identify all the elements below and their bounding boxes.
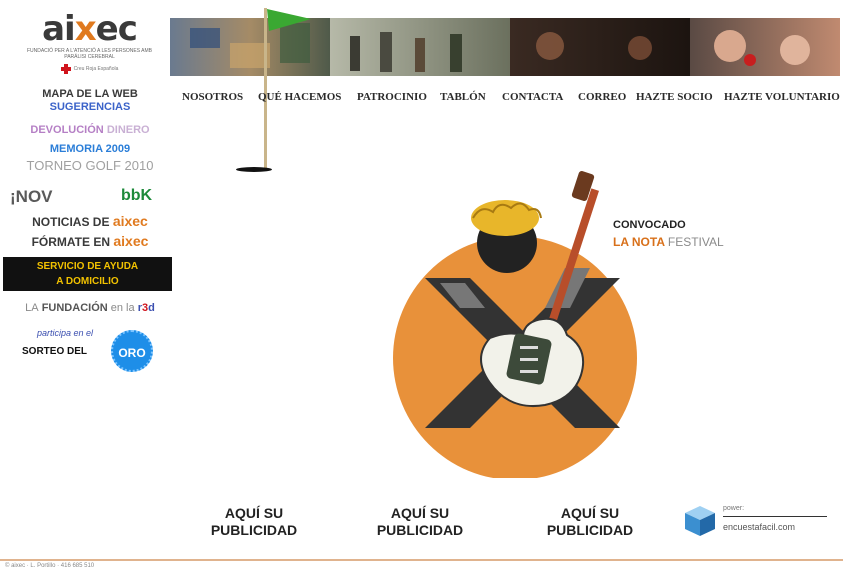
service-line-2: A DOMICILIO <box>56 276 119 287</box>
training-label: FÓRMATE EN <box>31 235 111 249</box>
nov-banner-label[interactable]: ¡NOV <box>10 187 53 207</box>
convocado-label[interactable]: CONVOCADO <box>613 219 686 231</box>
site-map-link[interactable]: MAPA DE LA WEB <box>0 88 180 100</box>
refund-link[interactable]: DEVOLUCIÓN DINERO <box>0 124 180 136</box>
ad-slot-2[interactable]: AQUÍ SU PUBLICIDAD <box>360 505 480 539</box>
encuestafacil-site: encuestafacil.com <box>723 522 796 532</box>
news-link[interactable]: NOTICIAS DE aixec <box>0 213 180 229</box>
red-cross-partner: Creu Roja Española <box>22 64 157 74</box>
ad-line-2: PUBLICIDAD <box>210 522 298 538</box>
footer-divider <box>0 559 843 561</box>
golf-hole <box>236 167 272 172</box>
training-link[interactable]: FÓRMATE EN aixec <box>0 233 180 249</box>
golf-flag-icon <box>267 9 311 31</box>
nav-contacta[interactable]: CONTACTA <box>502 91 563 103</box>
cube-icon <box>685 506 715 536</box>
nav-hazte-socio[interactable]: HAZTE SOCIO <box>636 91 713 103</box>
golf-tournament-link[interactable]: TORNEO GOLF 2010 <box>0 158 180 173</box>
festival-artwork[interactable] <box>370 168 660 478</box>
nav-nosotros[interactable]: NOSOTROS <box>182 91 243 103</box>
foundation-la: LA <box>25 302 39 314</box>
foundation-network-link[interactable]: LA FUNDACIÓN en la r3d <box>0 302 180 314</box>
red-logo: r3d <box>137 302 155 314</box>
nav-patrocinio[interactable]: PATROCINIO <box>357 91 427 103</box>
home-help-service-button[interactable]: SERVICIO DE AYUDA A DOMICILIO <box>3 257 172 291</box>
ad-line-1: AQUÍ SU <box>560 505 620 521</box>
ad-line-1: AQUÍ SU <box>224 505 284 521</box>
nav-correo[interactable]: CORREO <box>578 91 626 103</box>
aixec-logo[interactable]: aixec FUNDACIÓ PER A L'ATENCIÓ A LES PER… <box>22 12 157 84</box>
footer-text: © aixec · L. Portillo · 416 685 510 <box>5 563 95 569</box>
foundation-word: FUNDACIÓN <box>41 302 108 314</box>
ad-slot-3[interactable]: AQUÍ SU PUBLICIDAD <box>530 505 650 539</box>
festival-label: FESTIVAL <box>667 235 724 249</box>
service-line-1: SERVICIO DE AYUDA <box>36 261 139 272</box>
la-nota-label: LA NOTA <box>613 235 665 249</box>
nav-hazte-voluntario[interactable]: HAZTE VOLUNTARIO <box>724 91 840 103</box>
oro-badge[interactable]: ORO <box>111 330 153 372</box>
bbk-logo[interactable]: bbK <box>121 187 152 205</box>
memoria-link[interactable]: MEMORIA 2009 <box>0 143 180 155</box>
ad-line-1: AQUÍ SU <box>390 505 450 521</box>
refund-label-b: DINERO <box>106 124 150 136</box>
news-brand: aixec <box>112 213 148 229</box>
training-brand: aixec <box>113 233 149 249</box>
logo-wordmark: aixec <box>42 9 138 49</box>
powered-label: power: <box>723 505 745 512</box>
logo-tagline: FUNDACIÓ PER A L'ATENCIÓ A LES PERSONES … <box>26 48 153 60</box>
gold-draw-link[interactable]: SORTEO DEL <box>22 346 87 357</box>
foundation-en-la: en la <box>110 302 135 314</box>
ad-line-2: PUBLICIDAD <box>546 522 634 538</box>
suggestions-link[interactable]: SUGERENCIAS <box>0 101 180 113</box>
ad-slot-1[interactable]: AQUÍ SU PUBLICIDAD <box>194 505 314 539</box>
refund-label-a: DEVOLUCIÓN <box>30 124 104 136</box>
nav-qué-hacemos[interactable]: QUÉ HACEMOS <box>258 91 341 103</box>
la-nota-festival-link[interactable]: LA NOTA FESTIVAL <box>613 235 724 249</box>
partner-label: Creu Roja Española <box>73 66 119 72</box>
participate-label: participa en el <box>36 328 94 338</box>
ad-line-2: PUBLICIDAD <box>376 522 464 538</box>
red-cross-icon <box>60 64 71 74</box>
encuestafacil-badge[interactable]: power: encuestafacil.com <box>683 502 833 542</box>
nav-tablón[interactable]: TABLÓN <box>440 91 486 103</box>
badge-divider <box>723 516 827 517</box>
news-label: NOTICIAS DE <box>32 215 110 229</box>
